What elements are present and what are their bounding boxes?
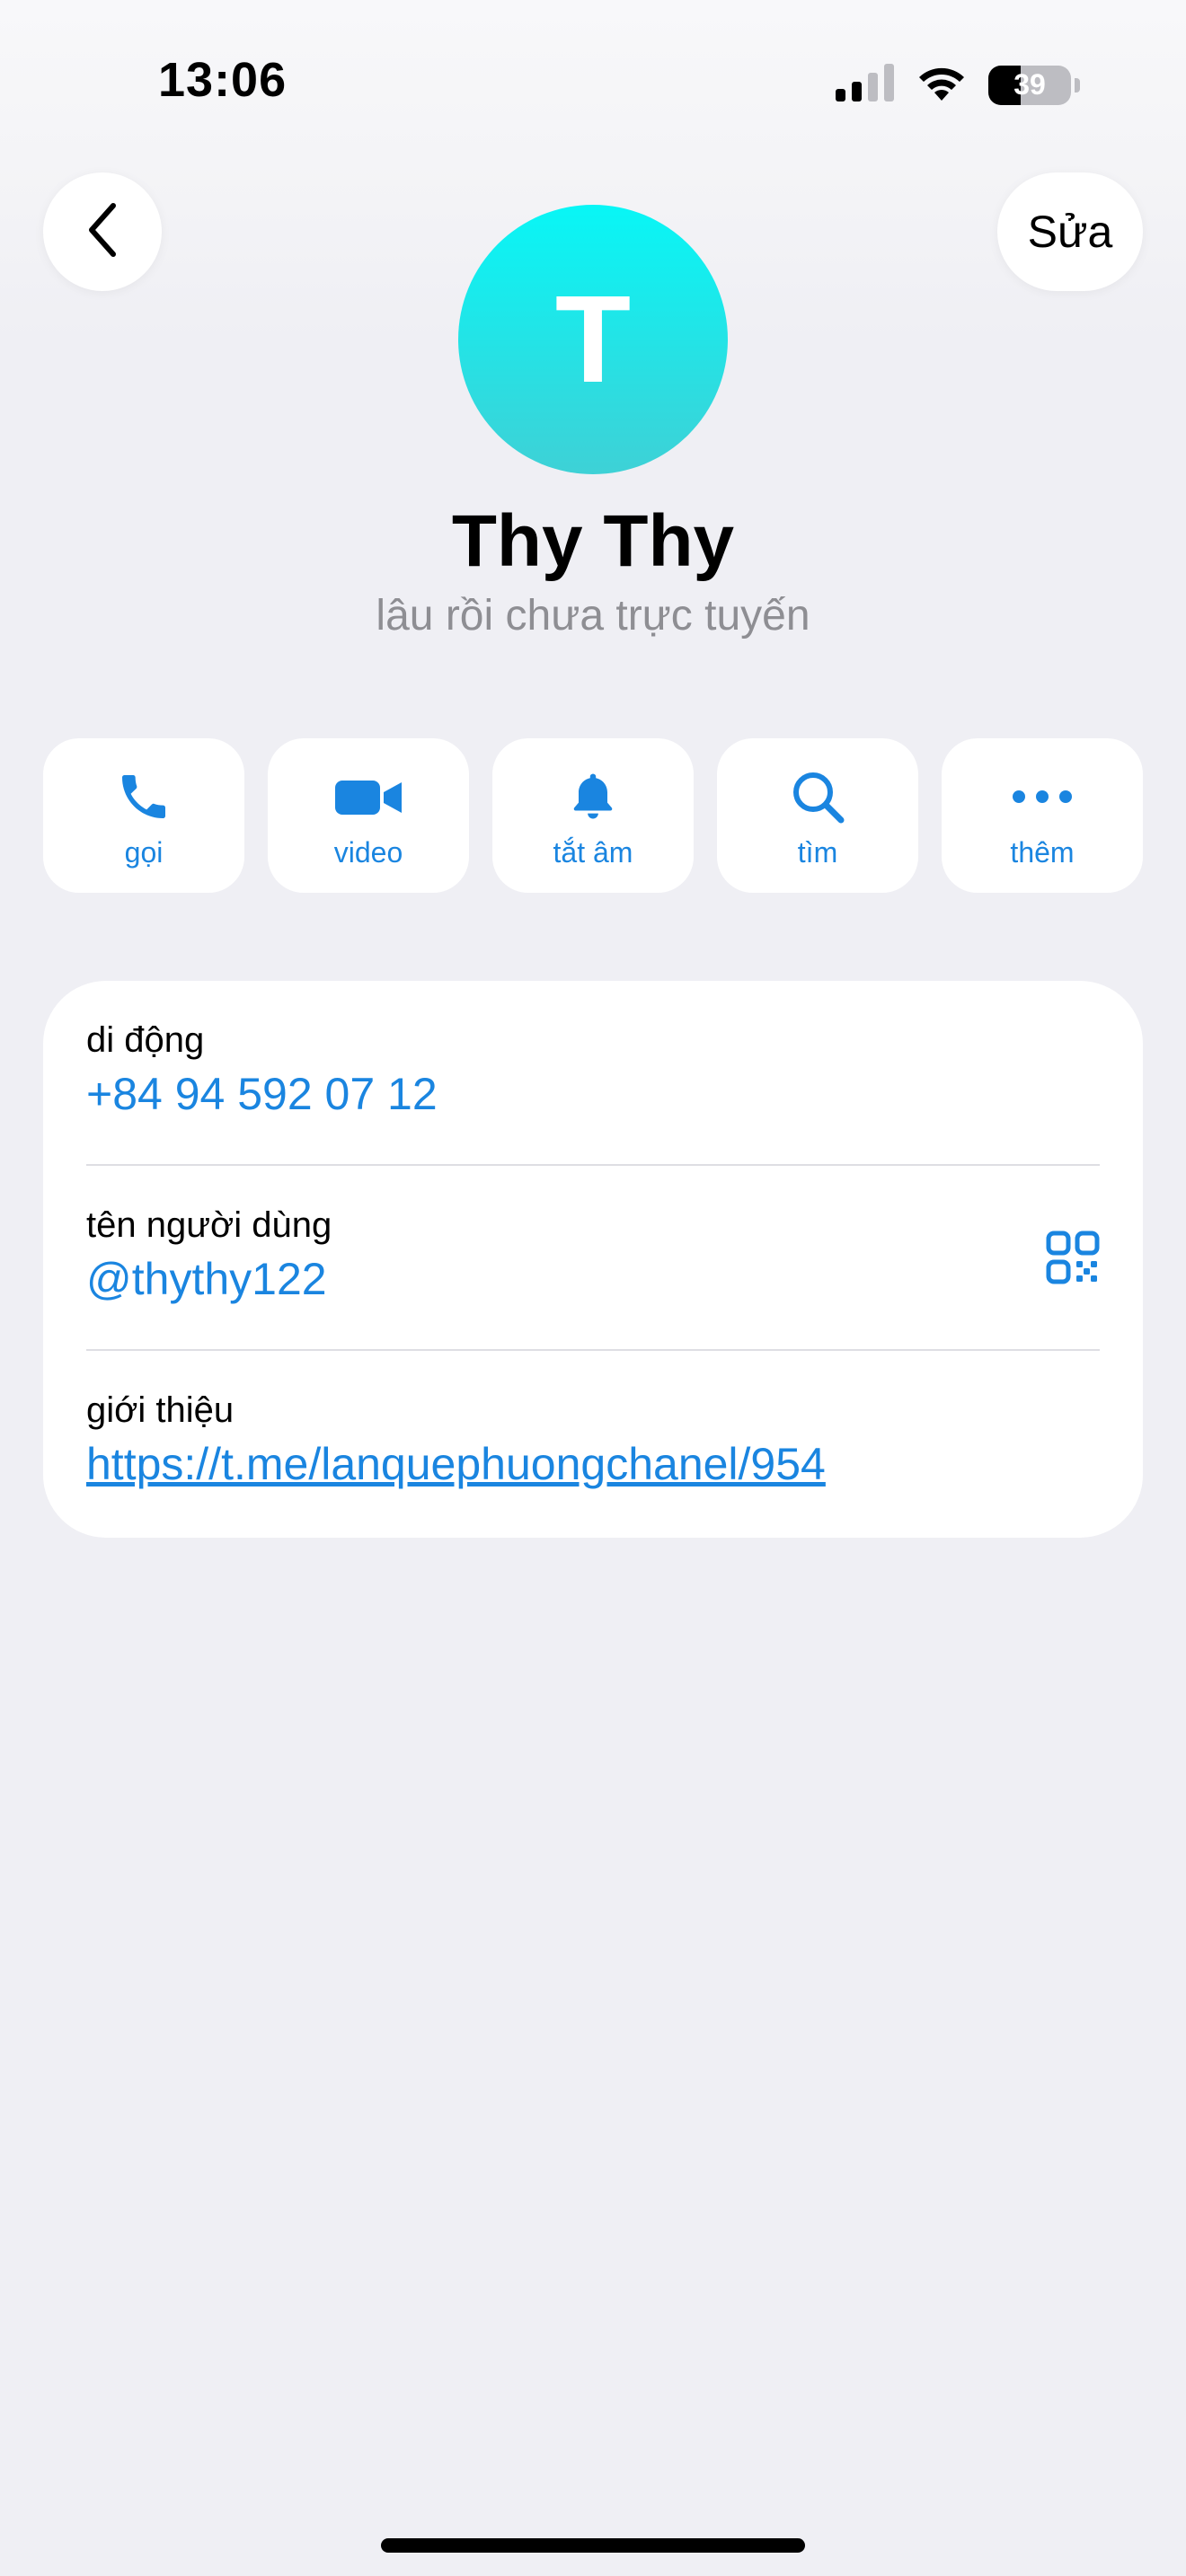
video-camera-icon <box>333 768 403 825</box>
search-icon <box>789 768 846 825</box>
info-card: di động +84 94 592 07 12 tên người dùng … <box>43 981 1143 1538</box>
more-label: thêm <box>1010 835 1075 869</box>
avatar-letter: T <box>554 269 632 409</box>
bio-label: giới thiệu <box>86 1390 235 1430</box>
username-row[interactable]: tên người dùng @thythy122 <box>86 1205 1100 1305</box>
bio-link[interactable]: https://t.me/lanquephuongchanel/954 <box>86 1438 1100 1490</box>
divider <box>86 1164 1100 1166</box>
search-label: tìm <box>797 835 838 869</box>
call-button[interactable]: gọi <box>43 738 244 893</box>
cellular-signal-icon <box>836 64 895 106</box>
wifi-icon <box>915 63 969 107</box>
home-indicator[interactable] <box>381 2538 805 2553</box>
video-label: video <box>333 835 403 869</box>
mobile-label: di động <box>86 1020 205 1060</box>
call-label: gọi <box>124 835 164 869</box>
video-button[interactable]: video <box>268 738 469 893</box>
chevron-left-icon <box>84 202 120 262</box>
qr-code-icon[interactable] <box>1046 1231 1100 1289</box>
more-button[interactable]: thêm <box>942 738 1143 893</box>
mute-label: tắt âm <box>553 835 633 869</box>
battery-cap <box>1075 77 1080 93</box>
back-button[interactable] <box>43 172 162 291</box>
username-label: tên người dùng <box>86 1205 332 1245</box>
battery-percent: 39 <box>1013 68 1046 101</box>
edit-button[interactable]: Sửa <box>997 172 1143 291</box>
phone-icon <box>115 768 173 825</box>
status-time: 13:06 <box>158 53 288 107</box>
mobile-row[interactable]: di động +84 94 592 07 12 <box>86 1020 1100 1120</box>
last-seen-status: lâu rồi chưa trực tuyến <box>376 592 810 640</box>
mute-button[interactable]: tắt âm <box>492 738 694 893</box>
action-buttons: gọi video tắt âm tìm thêm <box>43 738 1143 893</box>
bio-row: giới thiệu https://t.me/lanquephuongchan… <box>86 1390 1100 1490</box>
contact-name: Thy Thy <box>451 500 735 582</box>
divider <box>86 1349 1100 1351</box>
avatar[interactable]: T <box>458 205 728 474</box>
status-icons: 39 <box>836 63 1080 107</box>
search-button[interactable]: tìm <box>717 738 918 893</box>
bell-icon <box>564 768 622 825</box>
username-value[interactable]: @thythy122 <box>86 1253 1100 1305</box>
mobile-value[interactable]: +84 94 592 07 12 <box>86 1068 1100 1120</box>
battery-indicator: 39 <box>988 65 1071 105</box>
more-dots-icon <box>1011 768 1074 825</box>
